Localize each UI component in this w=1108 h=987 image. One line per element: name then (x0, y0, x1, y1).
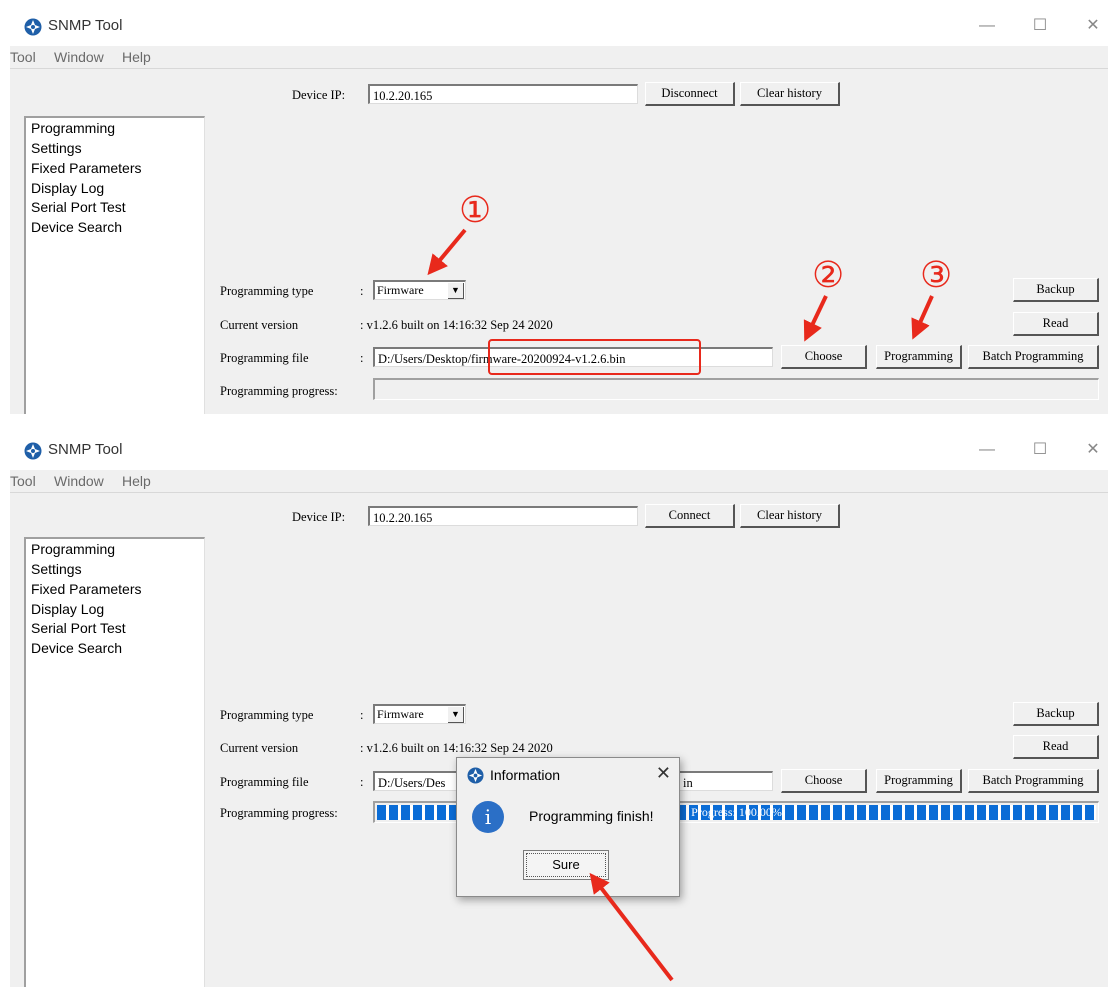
dialog-title: Information (490, 767, 561, 783)
dropdown-arrow-icon[interactable]: ▼ (448, 283, 464, 299)
sidebar-item-programming[interactable]: Programming (31, 120, 115, 136)
information-dialog: Information ✕ i Programming finish! Sure (456, 757, 680, 897)
current-version-value: : v1.2.6 built on 14:16:32 Sep 24 2020 (360, 741, 553, 755)
current-version-label: Current version (220, 318, 299, 332)
programming-button[interactable]: Programming (876, 345, 962, 369)
window-title: SNMP Tool (48, 17, 123, 34)
programming-progress-bar (373, 378, 1099, 400)
programming-type-label: Programming type (220, 708, 314, 722)
sidebar-item-settings[interactable]: Settings (31, 140, 82, 156)
title-bar: SNMP Tool — ☐ ✕ (10, 6, 1108, 46)
dropdown-arrow-icon[interactable]: ▼ (448, 707, 464, 723)
sidebar-item-fixed-parameters[interactable]: Fixed Parameters (31, 581, 141, 597)
dialog-close-icon[interactable]: ✕ (656, 763, 671, 784)
dialog-message: Programming finish! (529, 808, 654, 824)
programming-file-end: in (683, 776, 693, 790)
device-ip-input[interactable]: 10.2.20.165 (368, 84, 638, 104)
menu-bar: Tool Window Help (10, 470, 1108, 493)
programming-file-start: D:/Users/Des (378, 776, 446, 790)
focus-ring (526, 853, 606, 877)
colon-label: : (360, 284, 364, 298)
sidebar-item-device-search[interactable]: Device Search (31, 640, 122, 656)
sidebar-item-programming[interactable]: Programming (31, 541, 115, 557)
sidebar-nav: Programming Settings Fixed Parameters Di… (24, 116, 205, 414)
app-icon (24, 442, 42, 460)
programming-type-value: Firmware (377, 707, 424, 721)
menu-window[interactable]: Window (54, 49, 104, 65)
app-icon (24, 18, 42, 36)
programming-progress-label: Programming progress: (220, 384, 338, 398)
choose-button[interactable]: Choose (781, 345, 867, 369)
choose-button[interactable]: Choose (781, 769, 867, 793)
maximize-icon[interactable]: ☐ (1027, 438, 1053, 462)
programming-file-label: Programming file (220, 775, 309, 789)
menu-window[interactable]: Window (54, 473, 104, 489)
minimize-icon[interactable]: — (974, 438, 1000, 462)
batch-programming-button[interactable]: Batch Programming (968, 345, 1099, 369)
device-ip-label: Device IP: (292, 510, 346, 524)
title-bar: SNMP Tool — ☐ ✕ (10, 430, 1108, 470)
disconnect-button[interactable]: Disconnect (645, 82, 735, 106)
menu-help[interactable]: Help (122, 49, 151, 65)
device-ip-input[interactable]: 10.2.20.165 (368, 506, 638, 526)
clear-history-button[interactable]: Clear history (740, 82, 840, 106)
window-title: SNMP Tool (48, 441, 123, 458)
sidebar-item-display-log[interactable]: Display Log (31, 601, 104, 617)
close-icon[interactable]: ✕ (1080, 14, 1106, 38)
menu-help[interactable]: Help (122, 473, 151, 489)
close-icon[interactable]: ✕ (1080, 438, 1106, 462)
colon-label: : (360, 775, 364, 789)
backup-button[interactable]: Backup (1013, 702, 1099, 726)
programming-type-select[interactable]: Firmware ▼ (373, 280, 466, 300)
snmp-tool-window-finished-state: SNMP Tool — ☐ ✕ Tool Window Help Device … (10, 430, 1108, 987)
sidebar-item-serial-port-test[interactable]: Serial Port Test (31, 620, 126, 636)
current-version-label: Current version (220, 741, 299, 755)
menu-bar: Tool Window Help (10, 46, 1108, 69)
menu-tool[interactable]: Tool (10, 49, 36, 65)
read-button[interactable]: Read (1013, 312, 1099, 336)
programming-type-select[interactable]: Firmware ▼ (373, 704, 466, 724)
colon-label: : (360, 708, 364, 722)
programming-type-label: Programming type (220, 284, 314, 298)
read-button[interactable]: Read (1013, 735, 1099, 759)
colon-label: : (360, 351, 364, 365)
sidebar-nav: Programming Settings Fixed Parameters Di… (24, 537, 205, 987)
device-ip-label: Device IP: (292, 88, 346, 102)
minimize-icon[interactable]: — (974, 14, 1000, 38)
sure-button[interactable]: Sure (523, 850, 609, 880)
sidebar-item-fixed-parameters[interactable]: Fixed Parameters (31, 160, 141, 176)
app-icon (467, 767, 484, 784)
batch-programming-button[interactable]: Batch Programming (968, 769, 1099, 793)
info-icon: i (472, 801, 504, 833)
programming-button[interactable]: Programming (876, 769, 962, 793)
step-3-marker: ③ (920, 254, 953, 295)
programming-file-label: Programming file (220, 351, 309, 365)
maximize-icon[interactable]: ☐ (1027, 14, 1053, 38)
backup-button[interactable]: Backup (1013, 278, 1099, 302)
sidebar-item-device-search[interactable]: Device Search (31, 219, 122, 235)
programming-type-value: Firmware (377, 283, 424, 297)
sidebar-item-settings[interactable]: Settings (31, 561, 82, 577)
connect-button[interactable]: Connect (645, 504, 735, 528)
filename-highlight-box (488, 339, 701, 375)
step-2-marker: ② (812, 254, 845, 295)
programming-progress-label: Programming progress: (220, 806, 338, 820)
clear-history-button[interactable]: Clear history (740, 504, 840, 528)
current-version-value: : v1.2.6 built on 14:16:32 Sep 24 2020 (360, 318, 553, 332)
step-1-marker: ① (459, 189, 492, 230)
sidebar-item-serial-port-test[interactable]: Serial Port Test (31, 199, 126, 215)
menu-tool[interactable]: Tool (10, 473, 36, 489)
sidebar-item-display-log[interactable]: Display Log (31, 180, 104, 196)
